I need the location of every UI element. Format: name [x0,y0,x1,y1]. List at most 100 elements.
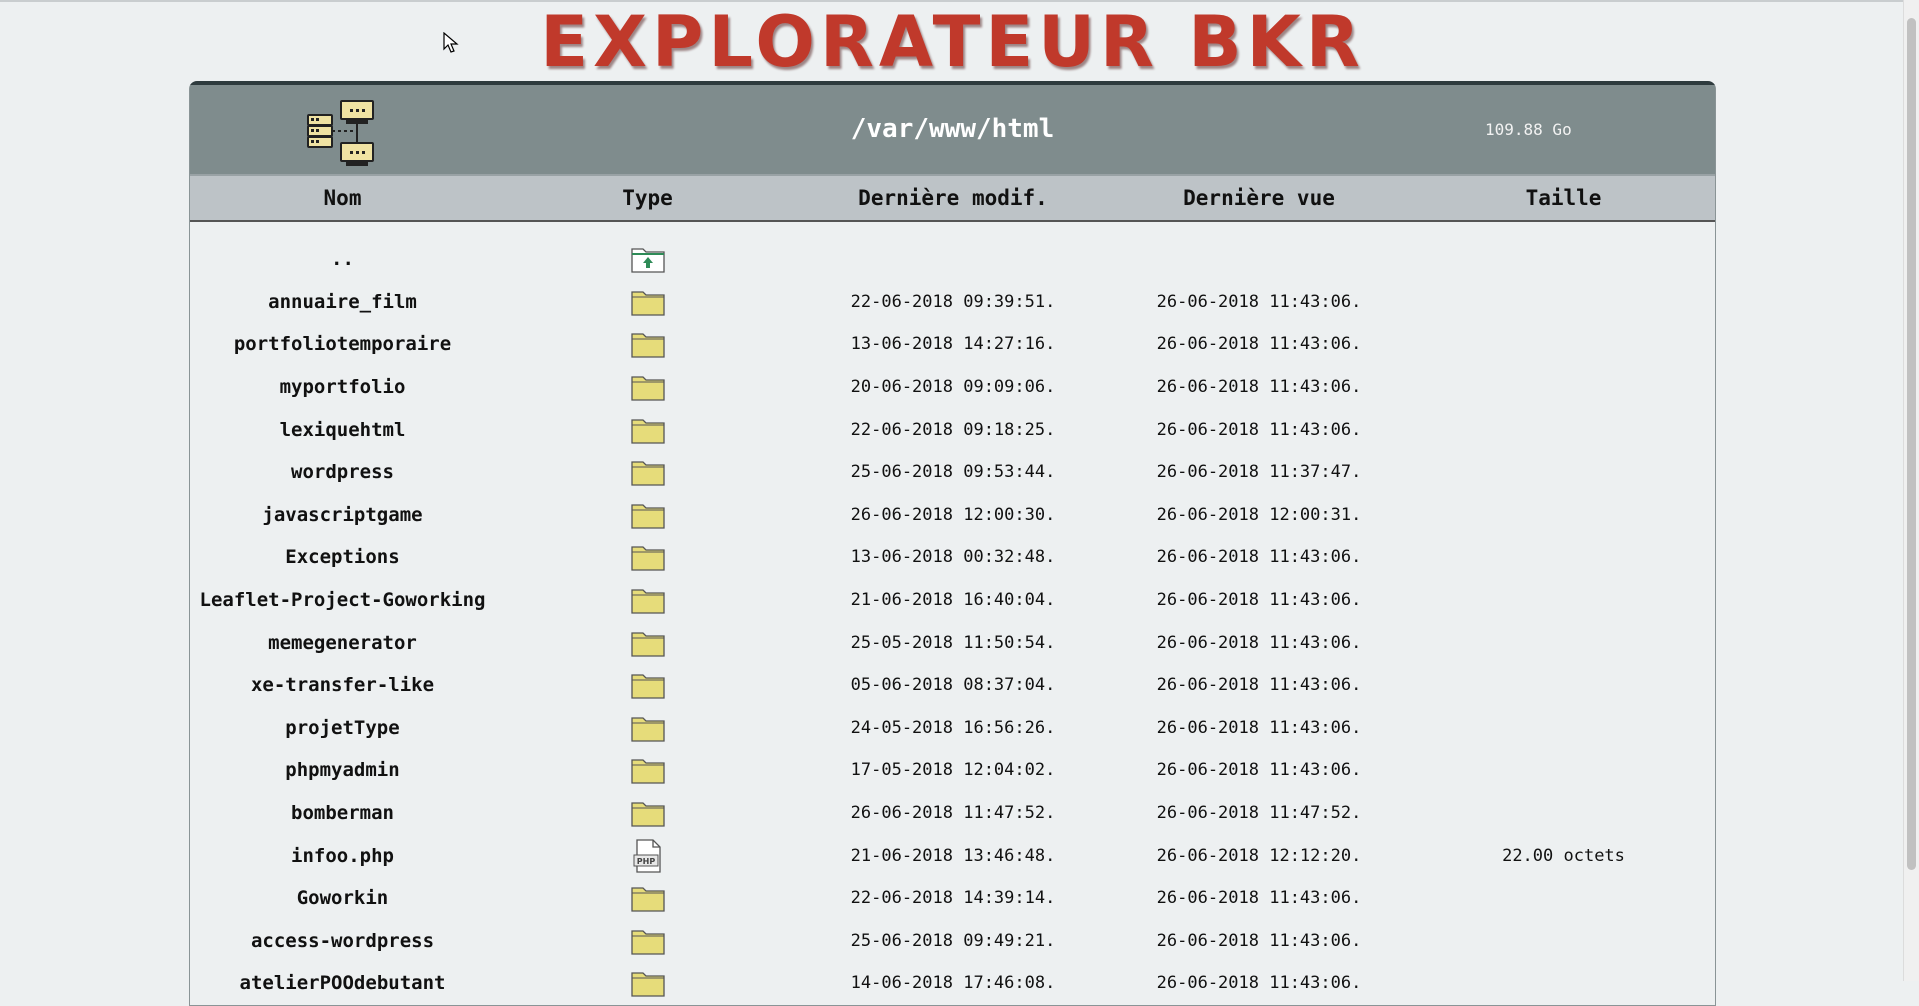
table-row[interactable]: atelierPOOdebutant 14-06-2018 17:46:08. 26… [190,962,1715,1005]
disk-space-label: 109.88 Go [1485,120,1572,139]
file-name-link[interactable]: lexiquehtml [190,419,495,441]
last-seen-date: 26-06-2018 11:43:06. [1156,590,1362,611]
column-header-modified[interactable]: Dernière modif. [800,186,1106,210]
folder-icon[interactable] [495,416,800,444]
folder-icon[interactable] [495,969,800,998]
table-row[interactable]: portfoliotemporaire 13-06-2018 14:27:16. 2… [190,323,1715,366]
table-row[interactable]: javascriptgame 26-06-2018 12:00:30. 26-06-… [190,494,1715,537]
table-row[interactable]: access-wordpress 25-06-2018 09:49:21. 26-0… [190,920,1715,963]
file-name-link[interactable]: javascriptgame [190,504,495,526]
mouse-cursor-icon [443,32,459,53]
last-seen-date: 26-06-2018 11:43:06. [1156,717,1362,738]
modified-date: 13-06-2018 14:27:16. [850,334,1056,355]
last-seen-date: 26-06-2018 12:12:20. [1156,845,1362,866]
last-seen-date: 26-06-2018 11:43:06. [1156,377,1362,398]
modified-date: 14-06-2018 17:46:08. [850,973,1056,994]
table-row[interactable]: Exceptions 13-06-2018 00:32:48. 26-06-2018… [190,536,1715,579]
file-name-link[interactable]: atelierPOOdebutant [190,972,495,994]
svg-text:PHP: PHP [636,857,655,866]
last-seen-date: 26-06-2018 11:43:06. [1156,632,1362,653]
last-seen-date: 26-06-2018 11:43:06. [1156,334,1362,355]
folder-icon[interactable] [495,543,800,572]
last-seen-date: 26-06-2018 11:43:06. [1156,547,1362,568]
file-name-link[interactable]: Leaflet-Project-Goworking [190,589,495,611]
table-row[interactable]: bomberman 26-06-2018 11:47:52. 26-06-2018 … [190,792,1715,835]
modified-date: 22-06-2018 14:39:14. [850,888,1056,909]
table-row[interactable]: Goworkin 22-06-2018 14:39:14. 26-06-2018 1… [190,877,1715,920]
table-row[interactable]: wordpress 25-06-2018 09:53:44. 26-06-2018 … [190,451,1715,494]
modified-date: 21-06-2018 16:40:04. [850,590,1056,611]
folder-icon[interactable] [495,756,800,785]
table-row[interactable]: Leaflet-Project-Goworking 21-06-2018 16:4… [190,579,1715,622]
table-row[interactable]: xe-transfer-like 05-06-2018 08:37:04. 26-0… [190,664,1715,707]
modified-date: 25-05-2018 11:50:54. [850,632,1056,653]
column-header-name[interactable]: Nom [190,186,495,210]
folder-icon[interactable] [495,501,800,529]
file-name-link[interactable]: xe-transfer-like [190,674,495,696]
page-title: EXPLORATEUR BKR [540,1,1365,83]
explorer-header: /var/www/html 109.88 Go [190,85,1715,174]
last-seen-date: 26-06-2018 11:43:06. [1156,675,1362,696]
file-name-link[interactable]: memegenerator [190,632,495,654]
last-seen-date: 26-06-2018 11:37:47. [1156,462,1362,483]
folder-icon[interactable] [495,330,800,359]
modified-date: 26-06-2018 12:00:30. [850,504,1056,525]
file-name-link[interactable]: access-wordpress [190,930,495,952]
last-seen-date: 26-06-2018 11:43:06. [1156,930,1362,951]
parent-folder-icon[interactable] [495,245,800,273]
column-header-row: Nom Type Dernière modif. Dernière vue Ta… [190,174,1715,222]
file-name-link[interactable]: portfoliotemporaire [190,333,495,355]
file-name-link[interactable]: infoo.php [190,845,495,867]
folder-icon[interactable] [495,671,800,699]
column-header-seen[interactable]: Dernière vue [1106,186,1412,210]
table-row[interactable]: projetType 24-05-2018 16:56:26. 26-06-2018… [190,707,1715,750]
last-seen-date: 26-06-2018 11:43:06. [1156,291,1362,312]
last-seen-date: 26-06-2018 11:43:06. [1156,973,1362,994]
column-header-size[interactable]: Taille [1412,186,1715,210]
last-seen-date: 26-06-2018 11:43:06. [1156,888,1362,909]
file-name-link[interactable]: myportfolio [190,376,495,398]
last-seen-date: 26-06-2018 11:47:52. [1156,803,1362,824]
modified-date: 25-06-2018 09:49:21. [850,930,1056,951]
modified-date: 21-06-2018 13:46:48. [850,845,1056,866]
folder-icon[interactable] [495,714,800,742]
modified-date: 22-06-2018 09:18:25. [850,419,1056,440]
modified-date: 05-06-2018 08:37:04. [850,675,1056,696]
php-file-icon[interactable]: PHP [495,838,800,873]
file-name-link[interactable]: projetType [190,717,495,739]
vertical-scrollbar[interactable] [1903,0,1919,981]
folder-icon[interactable] [495,884,800,912]
file-name-link[interactable]: wordpress [190,461,495,483]
table-row[interactable]: annuaire_film 22-06-2018 09:39:51. 26-06-2… [190,281,1715,324]
table-row[interactable]: infoo.php PHP 21-06-2018 13:46:48. 26-06-20… [190,834,1715,877]
scrollbar-thumb[interactable] [1907,18,1916,870]
folder-icon[interactable] [495,288,800,316]
folder-icon[interactable] [495,458,800,486]
file-name-link[interactable]: phpmyadmin [190,759,495,781]
file-name-link[interactable]: .. [190,248,495,270]
file-name-link[interactable]: Goworkin [190,887,495,909]
file-name-link[interactable]: Exceptions [190,546,495,568]
file-name-link[interactable]: bomberman [190,802,495,824]
file-name-link[interactable]: annuaire_film [190,291,495,313]
folder-icon[interactable] [495,799,800,827]
table-row[interactable]: lexiquehtml 22-06-2018 09:18:25. 26-06-201… [190,408,1715,451]
modified-date: 22-06-2018 09:39:51. [850,291,1056,312]
modified-date: 13-06-2018 00:32:48. [850,547,1056,568]
file-size: 22.00 octets [1502,845,1625,866]
table-row[interactable]: memegenerator 25-05-2018 11:50:54. 26-06-2… [190,621,1715,664]
modified-date: 20-06-2018 09:09:06. [850,377,1056,398]
folder-icon[interactable] [495,629,800,657]
folder-icon[interactable] [495,373,800,401]
modified-date: 17-05-2018 12:04:02. [850,760,1056,781]
folder-icon[interactable] [495,586,800,614]
modified-date: 24-05-2018 16:56:26. [850,717,1056,738]
table-row[interactable]: myportfolio 20-06-2018 09:09:06. 26-06-201… [190,366,1715,409]
last-seen-date: 26-06-2018 11:43:06. [1156,760,1362,781]
column-header-type[interactable]: Type [495,186,800,210]
table-row[interactable]: .. [190,238,1715,281]
table-row[interactable]: phpmyadmin 17-05-2018 12:04:02. 26-06-2018… [190,749,1715,792]
modified-date: 25-06-2018 09:53:44. [850,462,1056,483]
folder-icon[interactable] [495,927,800,955]
last-seen-date: 26-06-2018 11:43:06. [1156,419,1362,440]
